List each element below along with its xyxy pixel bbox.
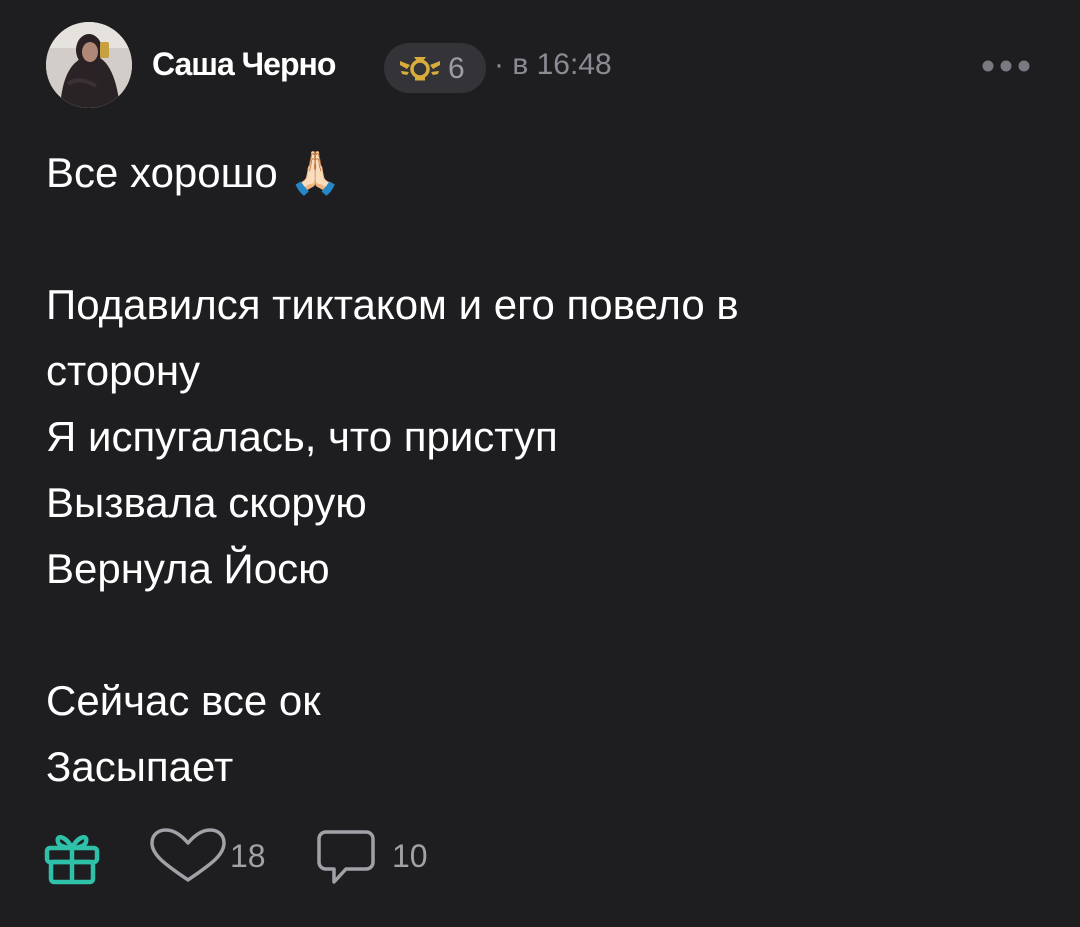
heart-icon <box>150 828 226 882</box>
post-actions: 18 10 <box>0 820 1080 890</box>
post-line: Засыпает <box>46 743 234 790</box>
more-dots-icon <box>982 60 1030 72</box>
comment-icon <box>317 830 375 884</box>
level-badge-icon <box>400 57 440 81</box>
post-text: Все хорошо 🙏🏻 Подавился тиктаком и его п… <box>46 140 1046 800</box>
like-count: 18 <box>230 838 266 874</box>
post-line: Вызвала скорую <box>46 479 367 526</box>
post-header: Саша Черно 6 · в 16:48 <box>0 0 1080 130</box>
post-line <box>46 602 1046 668</box>
post-line: Вернула Йосю <box>46 545 330 592</box>
gift-button[interactable] <box>40 824 104 888</box>
gift-icon <box>44 834 100 885</box>
more-options-button[interactable] <box>980 52 1040 80</box>
post-line: Сейчас все ок <box>46 677 321 724</box>
level-badge[interactable]: 6 <box>384 43 486 93</box>
author-name[interactable]: Саша Черно <box>152 46 336 83</box>
post-line <box>46 206 1046 272</box>
avatar-photo <box>46 22 132 108</box>
comment-count: 10 <box>392 838 428 874</box>
post-line: сторону <box>46 347 201 394</box>
post-line: Подавился тиктаком и его повело в <box>46 281 739 328</box>
post-time: · в 16:48 <box>494 48 612 81</box>
post-line: Я испугалась, что приступ <box>46 413 558 460</box>
post-line: Все хорошо 🙏🏻 <box>46 149 342 196</box>
level-number: 6 <box>448 52 465 85</box>
avatar[interactable] <box>46 22 132 108</box>
